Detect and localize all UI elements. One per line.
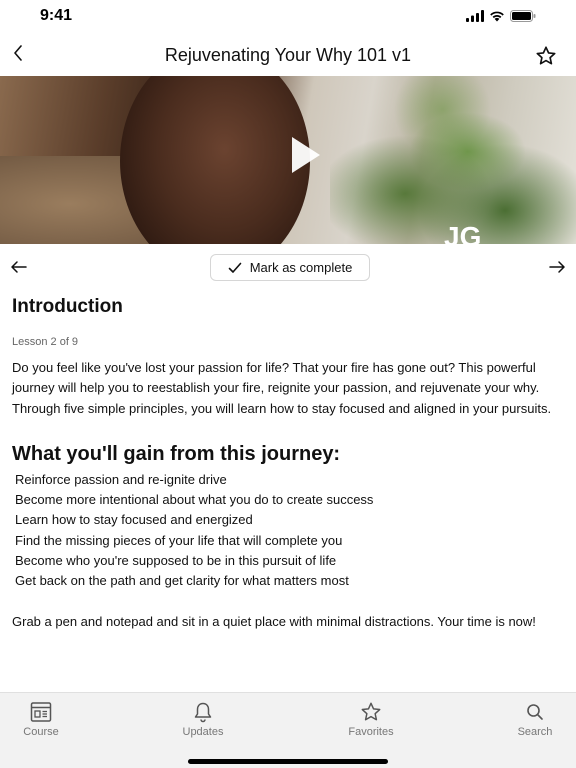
star-outline-icon <box>536 46 556 65</box>
lesson-content: Introduction Lesson 2 of 9 Do you feel l… <box>12 296 564 632</box>
previous-lesson-button[interactable] <box>8 256 30 278</box>
status-time: 9:41 <box>40 7 73 24</box>
favorite-button[interactable] <box>532 42 560 70</box>
tab-search[interactable]: Search <box>495 701 575 738</box>
lesson-count: Lesson 2 of 9 <box>12 336 79 348</box>
closing-paragraph: Grab a pen and notepad and sit in a quie… <box>12 613 536 629</box>
list-item: Become who you're supposed to be in this… <box>15 553 337 569</box>
wifi-icon <box>490 11 504 22</box>
mark-complete-label: Mark as complete <box>249 260 353 275</box>
intro-paragraph: Do you feel like you've lost your passio… <box>12 360 552 416</box>
play-icon[interactable] <box>284 133 324 177</box>
tab-updates[interactable]: Updates <box>163 701 243 738</box>
list-item: Find the missing pieces of your life tha… <box>15 532 343 548</box>
arrow-left-icon <box>11 261 27 273</box>
tab-label: Search <box>517 726 553 738</box>
status-bar: 9:41 <box>0 0 576 34</box>
tab-course[interactable]: Course <box>1 701 81 738</box>
tab-bar: Course Updates Favorites Search <box>0 692 576 768</box>
signal-icon <box>466 10 484 22</box>
nav-bar: Rejuvenating Your Why 101 v1 <box>0 34 576 76</box>
bell-icon <box>194 702 212 723</box>
course-icon <box>30 702 52 722</box>
list-item: Get back on the path and get clarity for… <box>15 573 349 589</box>
tab-label: Favorites <box>348 726 394 738</box>
page-title: Rejuvenating Your Why 101 v1 <box>164 45 412 65</box>
lesson-navigation: Mark as complete <box>0 250 576 284</box>
gain-list: Reinforce passion and re-ignite drive Be… <box>12 470 564 592</box>
checkmark-icon <box>228 262 242 273</box>
arrow-right-icon <box>549 261 565 273</box>
mark-complete-button[interactable]: Mark as complete <box>210 254 370 281</box>
tab-favorites[interactable]: Favorites <box>331 701 411 738</box>
search-icon <box>527 704 543 720</box>
video-thumbnail[interactable]: JG <box>0 76 576 244</box>
home-indicator <box>188 759 388 764</box>
tab-label: Course <box>23 726 59 738</box>
tab-label: Updates <box>182 726 224 738</box>
next-lesson-button[interactable] <box>546 256 568 278</box>
section-title: Introduction <box>12 296 123 317</box>
svg-text:JG: JG <box>444 221 481 244</box>
battery-icon <box>510 10 536 22</box>
status-icons <box>466 10 536 22</box>
star-icon <box>361 702 381 721</box>
jg-logo: JG <box>444 220 486 244</box>
list-item: Reinforce passion and re-ignite drive <box>15 471 227 487</box>
gain-heading: What you'll gain from this journey: <box>12 442 341 465</box>
list-item: Become more intentional about what you d… <box>15 492 374 508</box>
list-item: Learn how to stay focused and energized <box>15 512 253 528</box>
